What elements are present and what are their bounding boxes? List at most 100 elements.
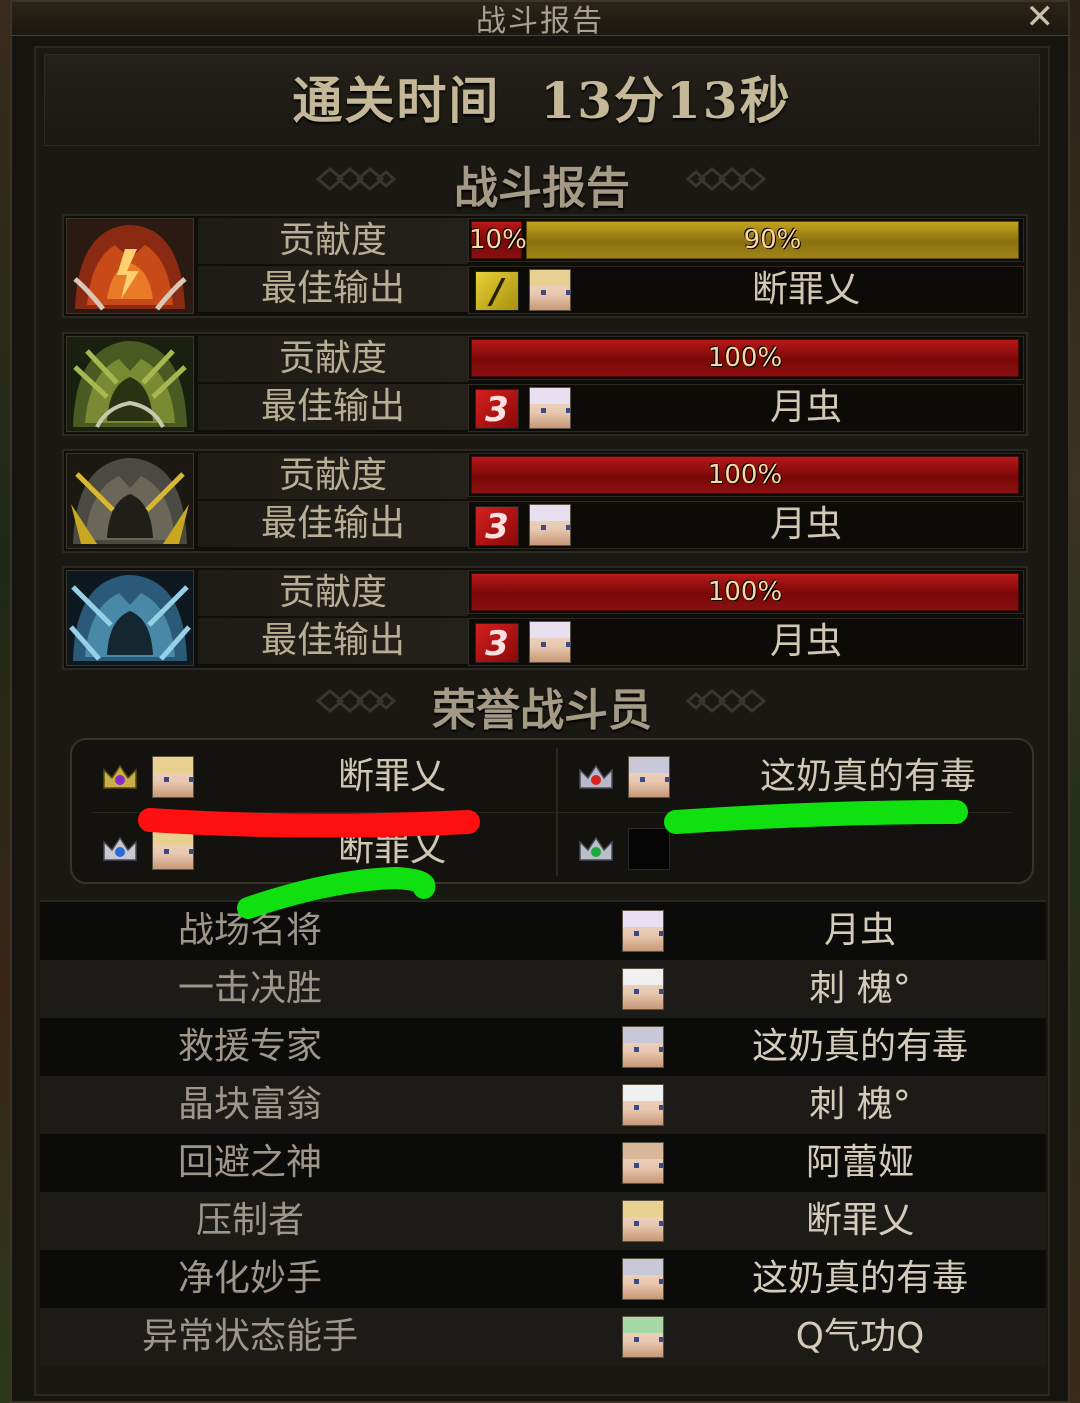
best-output-player[interactable]: 月虫 <box>589 502 1023 548</box>
divider <box>92 812 1012 813</box>
award-row: 晶块富翁 刺 槐° <box>40 1076 1046 1134</box>
awards-table: 战场名将 月虫 一击决胜 刺 槐° 救援专家 这奶真的有毒 晶块富翁 刺 槐° … <box>40 900 1046 1390</box>
honor-player-name <box>688 816 1048 882</box>
player-avatar <box>622 968 664 1010</box>
player-avatar <box>622 1316 664 1358</box>
honor-cell[interactable]: 这奶真的有毒 <box>578 744 1048 810</box>
player-avatar <box>529 269 571 311</box>
best-output: 3 月虫 <box>468 501 1024 549</box>
player-avatar <box>622 1258 664 1300</box>
award-title: 异常状态能手 <box>141 1316 358 1357</box>
contribution-label: 贡献度 <box>198 218 468 264</box>
title-bar[interactable]: 战斗报告 ✕ <box>12 0 1068 39</box>
award-title: 一击决胜 <box>177 968 322 1009</box>
boss-row: 贡献度 最佳输出 100% 3 月虫 <box>62 332 1028 436</box>
ornament-right-icon <box>685 688 767 714</box>
best-output-label: 最佳输出 <box>198 618 468 664</box>
window-title: 战斗报告 <box>476 4 604 39</box>
player-avatar <box>622 1084 664 1126</box>
honor-panel: 断罪乂 这奶真的有毒 断罪乂 <box>70 738 1034 884</box>
boss-row: 贡献度 最佳输出 10% 90% / 断罪乂 <box>62 214 1028 318</box>
best-output-label: 最佳输出 <box>198 266 468 312</box>
battle-report-heading: 战斗报告 <box>454 163 630 214</box>
contribution-label: 贡献度 <box>198 336 468 382</box>
best-output-player[interactable]: 断罪乂 <box>589 267 1023 313</box>
best-output-label: 最佳输出 <box>198 384 468 430</box>
honor-player-name: 断罪乂 <box>337 756 446 797</box>
player-avatar <box>529 621 571 663</box>
honor-player-name: 这奶真的有毒 <box>759 756 976 797</box>
award-player[interactable]: 阿蕾娅 <box>680 1134 1040 1192</box>
ornament-right-icon <box>685 166 767 192</box>
honor-cell[interactable]: 断罪乂 <box>102 816 572 882</box>
job-glyph: 3 <box>485 390 509 430</box>
ice-boss-icon <box>66 570 194 666</box>
award-player[interactable]: 这奶真的有毒 <box>680 1018 1040 1076</box>
job-glyph: / <box>490 272 504 312</box>
award-player[interactable]: Q气功Q <box>680 1308 1040 1366</box>
honor-cell[interactable]: 断罪乂 <box>102 744 572 810</box>
clear-time-label: 通关时间 <box>292 71 501 130</box>
honor-cell[interactable] <box>578 816 1048 882</box>
award-row: 一击决胜 刺 槐° <box>40 960 1046 1018</box>
forest-boss-icon <box>66 336 194 432</box>
player-avatar <box>529 387 571 429</box>
player-avatar <box>529 504 571 546</box>
player-avatar <box>628 756 670 798</box>
award-title: 净化妙手 <box>177 1258 322 1299</box>
player-avatar <box>152 828 194 870</box>
clear-time-value: 13分13秒 <box>540 71 792 130</box>
honor-fighters-heading: 荣誉战斗员 <box>432 685 652 736</box>
contribution-text: 10% <box>469 225 527 255</box>
green-crown-icon <box>578 836 614 862</box>
red-job-icon: 3 <box>475 506 519 547</box>
award-row: 战场名将 月虫 <box>40 902 1046 960</box>
empty-avatar <box>628 828 670 870</box>
award-title: 回避之神 <box>177 1142 322 1183</box>
contribution-bar: 100% <box>468 570 1024 614</box>
fire-boss-icon <box>66 218 194 314</box>
award-title: 救援专家 <box>177 1026 322 1067</box>
boss-row: 贡献度 最佳输出 100% 3 月虫 <box>62 566 1028 670</box>
red-job-icon: 3 <box>475 389 519 430</box>
award-row: 救援专家 这奶真的有毒 <box>40 1018 1046 1076</box>
red-job-icon: 3 <box>475 623 519 664</box>
award-player[interactable]: 月虫 <box>680 902 1040 960</box>
contribution-text: 100% <box>707 577 783 607</box>
boss-row: 贡献度 最佳输出 100% 3 月虫 <box>62 449 1028 553</box>
best-output: 3 月虫 <box>468 384 1024 432</box>
honor-player-name: 断罪乂 <box>337 828 446 869</box>
player-avatar <box>622 1142 664 1184</box>
report-panel: 通关时间 13分13秒 战斗报告 贡献度 最佳输出 10% 90% / 断罪乂 … <box>34 46 1050 1396</box>
purple-crown-icon <box>102 764 138 790</box>
player-avatar <box>622 910 664 952</box>
close-button[interactable]: ✕ <box>1026 0 1055 34</box>
award-player[interactable]: 这奶真的有毒 <box>680 1250 1040 1308</box>
red-crown-icon <box>578 764 614 790</box>
award-row: 异常状态能手 Q气功Q <box>40 1308 1046 1366</box>
best-output: 3 月虫 <box>468 618 1024 666</box>
clear-time: 通关时间 13分13秒 <box>44 54 1040 146</box>
job-glyph: 3 <box>485 624 509 664</box>
contribution-text: 100% <box>707 343 783 373</box>
award-row: 回避之神 阿蕾娅 <box>40 1134 1046 1192</box>
best-output-player[interactable]: 月虫 <box>589 385 1023 431</box>
gold-job-icon: / <box>475 271 519 312</box>
award-title: 战场名将 <box>177 910 322 951</box>
award-player[interactable]: 断罪乂 <box>680 1192 1040 1250</box>
best-output: / 断罪乂 <box>468 266 1024 314</box>
player-avatar <box>152 756 194 798</box>
battle-report-window: 战斗报告 ✕ 通关时间 13分13秒 战斗报告 贡献度 最佳输出 10% 90%… <box>10 0 1070 1403</box>
award-row: 压制者 断罪乂 <box>40 1192 1046 1250</box>
contribution-text: 90% <box>743 225 802 255</box>
contribution-bar: 100% <box>468 453 1024 497</box>
best-output-player[interactable]: 月虫 <box>589 619 1023 665</box>
award-row: 净化妙手 这奶真的有毒 <box>40 1250 1046 1308</box>
award-title: 晶块富翁 <box>177 1084 322 1125</box>
player-avatar <box>622 1200 664 1242</box>
player-avatar <box>622 1026 664 1068</box>
award-player[interactable]: 刺 槐° <box>680 960 1040 1018</box>
gold-boss-icon <box>66 453 194 549</box>
contribution-label: 贡献度 <box>198 453 468 499</box>
award-player[interactable]: 刺 槐° <box>680 1076 1040 1134</box>
